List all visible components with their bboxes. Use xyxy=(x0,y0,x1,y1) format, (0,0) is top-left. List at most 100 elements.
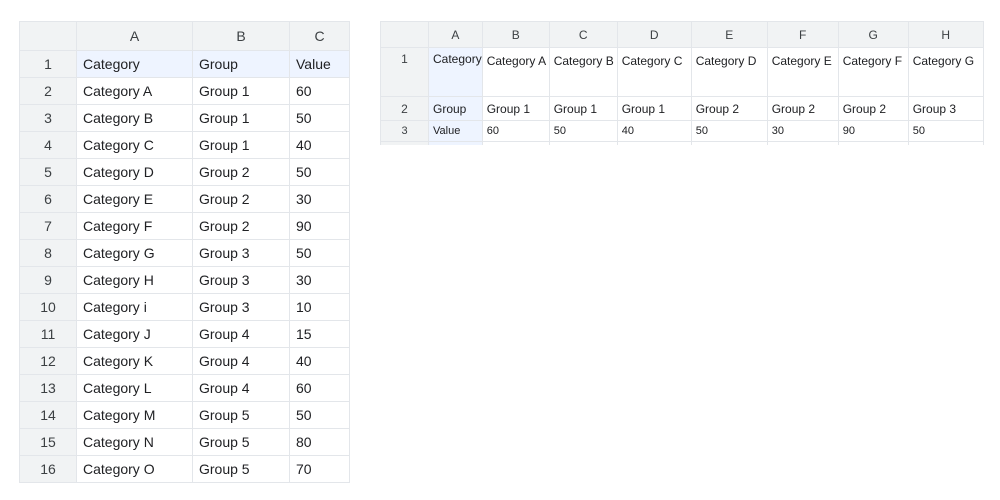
cell-c14[interactable]: 50 xyxy=(289,401,350,429)
cell-c13[interactable]: 60 xyxy=(289,374,350,402)
column-header-a[interactable]: A xyxy=(428,21,483,48)
cell-a7[interactable]: Category F xyxy=(76,212,193,240)
cell-c3[interactable]: 50 xyxy=(289,104,350,132)
row-header[interactable]: 6 xyxy=(19,185,77,213)
cell-a12[interactable]: Category K xyxy=(76,347,193,375)
column-header-c[interactable]: C xyxy=(548,21,618,48)
cell-d1[interactable]: Category C xyxy=(616,47,692,97)
row-header[interactable]: 3 xyxy=(380,120,429,142)
cell-e4[interactable] xyxy=(690,141,768,145)
cell-a1[interactable]: Category xyxy=(76,50,193,78)
cell-d3[interactable]: 40 xyxy=(616,120,692,142)
cell-f1[interactable]: Category E xyxy=(766,47,839,97)
cell-a14[interactable]: Category M xyxy=(76,401,193,429)
column-header-e[interactable]: E xyxy=(690,21,768,48)
row-header[interactable]: 1 xyxy=(19,50,77,78)
column-header-d[interactable]: D xyxy=(616,21,692,48)
cell-e3[interactable]: 50 xyxy=(690,120,768,142)
cell-c5[interactable]: 50 xyxy=(289,158,350,186)
cell-a16[interactable]: Category O xyxy=(76,455,193,483)
cell-a15[interactable]: Category N xyxy=(76,428,193,456)
cell-c6[interactable]: 30 xyxy=(289,185,350,213)
cell-b8[interactable]: Group 3 xyxy=(192,239,290,267)
row-header[interactable]: 7 xyxy=(19,212,77,240)
cell-d4[interactable] xyxy=(616,141,692,145)
cell-d2[interactable]: Group 1 xyxy=(616,96,692,121)
cell-g3[interactable]: 90 xyxy=(837,120,909,142)
cell-c12[interactable]: 40 xyxy=(289,347,350,375)
cell-f2[interactable]: Group 2 xyxy=(766,96,839,121)
cell-b4[interactable]: Group 1 xyxy=(192,131,290,159)
cell-b3[interactable]: Group 1 xyxy=(192,104,290,132)
row-header[interactable]: 13 xyxy=(19,374,77,402)
cell-b12[interactable]: Group 4 xyxy=(192,347,290,375)
cell-c2[interactable]: Group 1 xyxy=(548,96,618,121)
column-header-c[interactable]: C xyxy=(289,21,350,51)
cell-a3[interactable]: Value xyxy=(428,120,483,142)
cell-c4[interactable] xyxy=(548,141,618,145)
row-header[interactable]: 10 xyxy=(19,293,77,321)
cell-g1[interactable]: Category F xyxy=(837,47,909,97)
cell-b5[interactable]: Group 2 xyxy=(192,158,290,186)
cell-b1[interactable]: Group xyxy=(192,50,290,78)
row-header[interactable]: 2 xyxy=(19,77,77,105)
cell-b2[interactable]: Group 1 xyxy=(481,96,550,121)
column-header-b[interactable]: B xyxy=(481,21,550,48)
cell-c16[interactable]: 70 xyxy=(289,455,350,483)
row-header[interactable]: 1 xyxy=(380,47,429,97)
cell-a10[interactable]: Category i xyxy=(76,293,193,321)
row-header[interactable]: 2 xyxy=(380,96,429,121)
cell-b9[interactable]: Group 3 xyxy=(192,266,290,294)
row-header[interactable]: 11 xyxy=(19,320,77,348)
row-header[interactable]: 8 xyxy=(19,239,77,267)
cell-h3[interactable]: 50 xyxy=(907,120,984,142)
row-header[interactable]: 14 xyxy=(19,401,77,429)
cell-b10[interactable]: Group 3 xyxy=(192,293,290,321)
cell-f4[interactable] xyxy=(766,141,839,145)
row-header[interactable]: 12 xyxy=(19,347,77,375)
cell-e2[interactable]: Group 2 xyxy=(690,96,768,121)
cell-b1[interactable]: Category A xyxy=(481,47,550,97)
cell-c15[interactable]: 80 xyxy=(289,428,350,456)
select-all-corner[interactable] xyxy=(380,21,429,48)
select-all-corner[interactable] xyxy=(19,21,77,51)
cell-g2[interactable]: Group 2 xyxy=(837,96,909,121)
cell-b11[interactable]: Group 4 xyxy=(192,320,290,348)
cell-b6[interactable]: Group 2 xyxy=(192,185,290,213)
cell-a13[interactable]: Category L xyxy=(76,374,193,402)
cell-a8[interactable]: Category G xyxy=(76,239,193,267)
column-header-h[interactable]: H xyxy=(907,21,984,48)
column-header-g[interactable]: G xyxy=(837,21,909,48)
column-header-f[interactable]: F xyxy=(766,21,839,48)
cell-b15[interactable]: Group 5 xyxy=(192,428,290,456)
cell-a4[interactable] xyxy=(428,141,483,145)
cell-c1[interactable]: Category B xyxy=(548,47,618,97)
cell-a11[interactable]: Category J xyxy=(76,320,193,348)
cell-c2[interactable]: 60 xyxy=(289,77,350,105)
cell-a4[interactable]: Category C xyxy=(76,131,193,159)
cell-f3[interactable]: 30 xyxy=(766,120,839,142)
cell-c9[interactable]: 30 xyxy=(289,266,350,294)
column-header-a[interactable]: A xyxy=(76,21,193,51)
row-header[interactable]: 5 xyxy=(19,158,77,186)
cell-b16[interactable]: Group 5 xyxy=(192,455,290,483)
cell-b13[interactable]: Group 4 xyxy=(192,374,290,402)
cell-a9[interactable]: Category H xyxy=(76,266,193,294)
cell-g4[interactable] xyxy=(837,141,909,145)
cell-b2[interactable]: Group 1 xyxy=(192,77,290,105)
cell-b7[interactable]: Group 2 xyxy=(192,212,290,240)
row-header[interactable] xyxy=(380,141,429,145)
cell-a1[interactable]: Category xyxy=(428,47,483,97)
cell-c4[interactable]: 40 xyxy=(289,131,350,159)
cell-c11[interactable]: 15 xyxy=(289,320,350,348)
row-header[interactable]: 3 xyxy=(19,104,77,132)
cell-a2[interactable]: Category A xyxy=(76,77,193,105)
cell-a3[interactable]: Category B xyxy=(76,104,193,132)
cell-a5[interactable]: Category D xyxy=(76,158,193,186)
cell-a6[interactable]: Category E xyxy=(76,185,193,213)
cell-c7[interactable]: 90 xyxy=(289,212,350,240)
cell-b14[interactable]: Group 5 xyxy=(192,401,290,429)
row-header[interactable]: 4 xyxy=(19,131,77,159)
cell-b3[interactable]: 60 xyxy=(481,120,550,142)
cell-b4[interactable] xyxy=(481,141,550,145)
